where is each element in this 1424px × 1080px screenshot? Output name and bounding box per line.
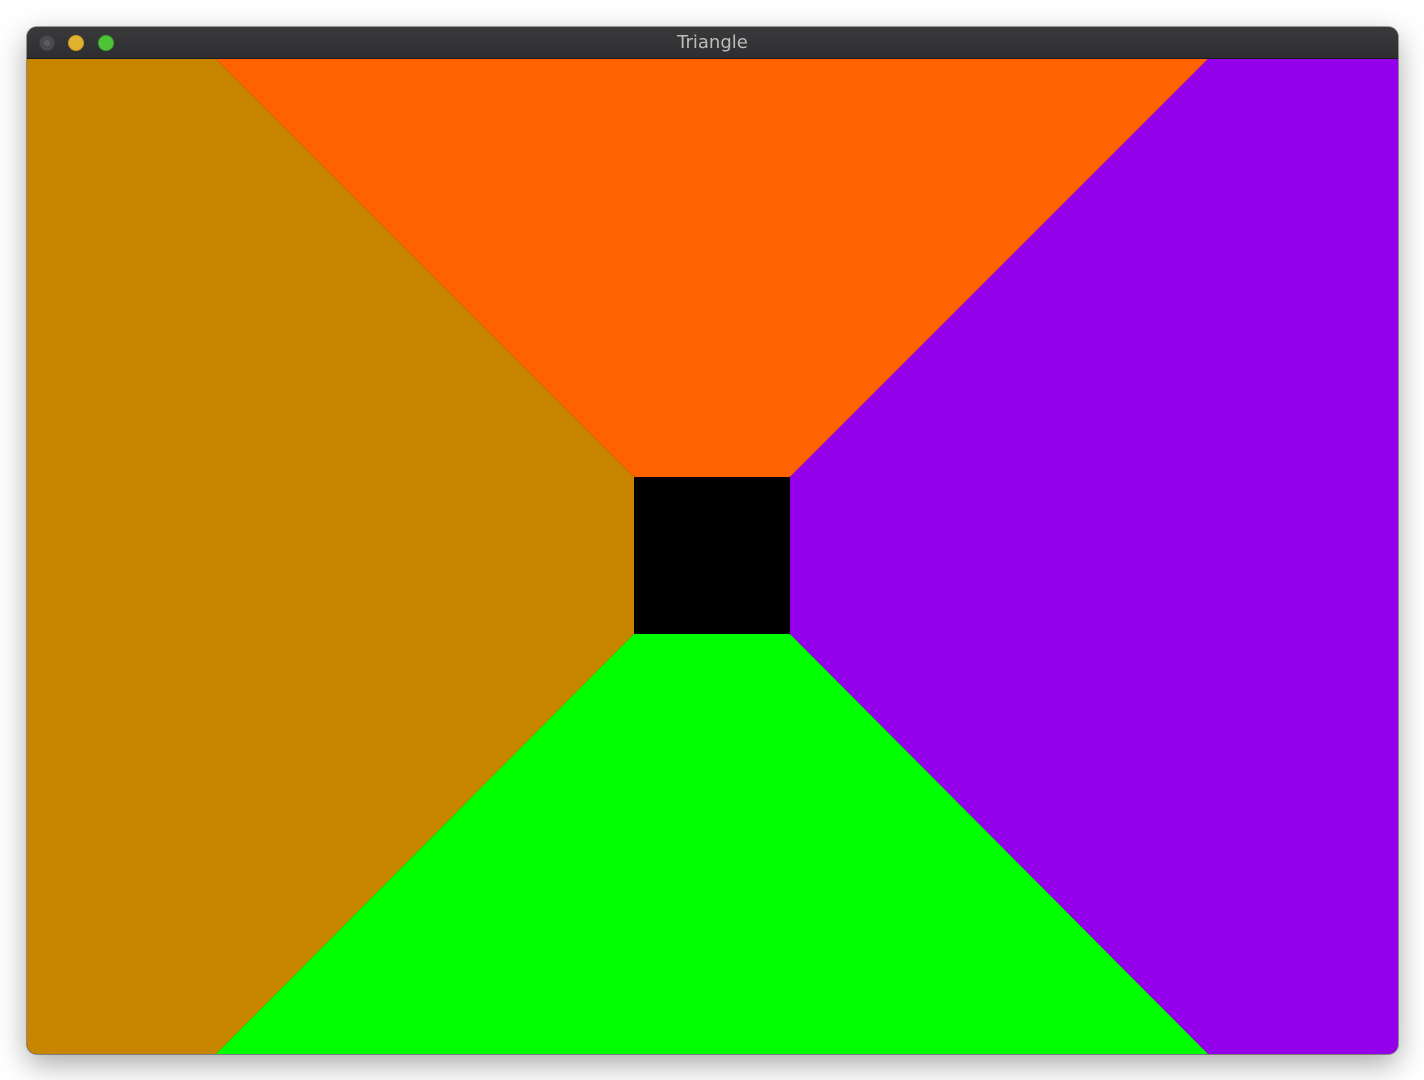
titlebar[interactable]: Triangle <box>27 27 1398 59</box>
center-square <box>634 477 790 634</box>
window-title: Triangle <box>677 32 748 53</box>
render-canvas <box>27 59 1398 1054</box>
app-window: Triangle <box>27 27 1398 1054</box>
